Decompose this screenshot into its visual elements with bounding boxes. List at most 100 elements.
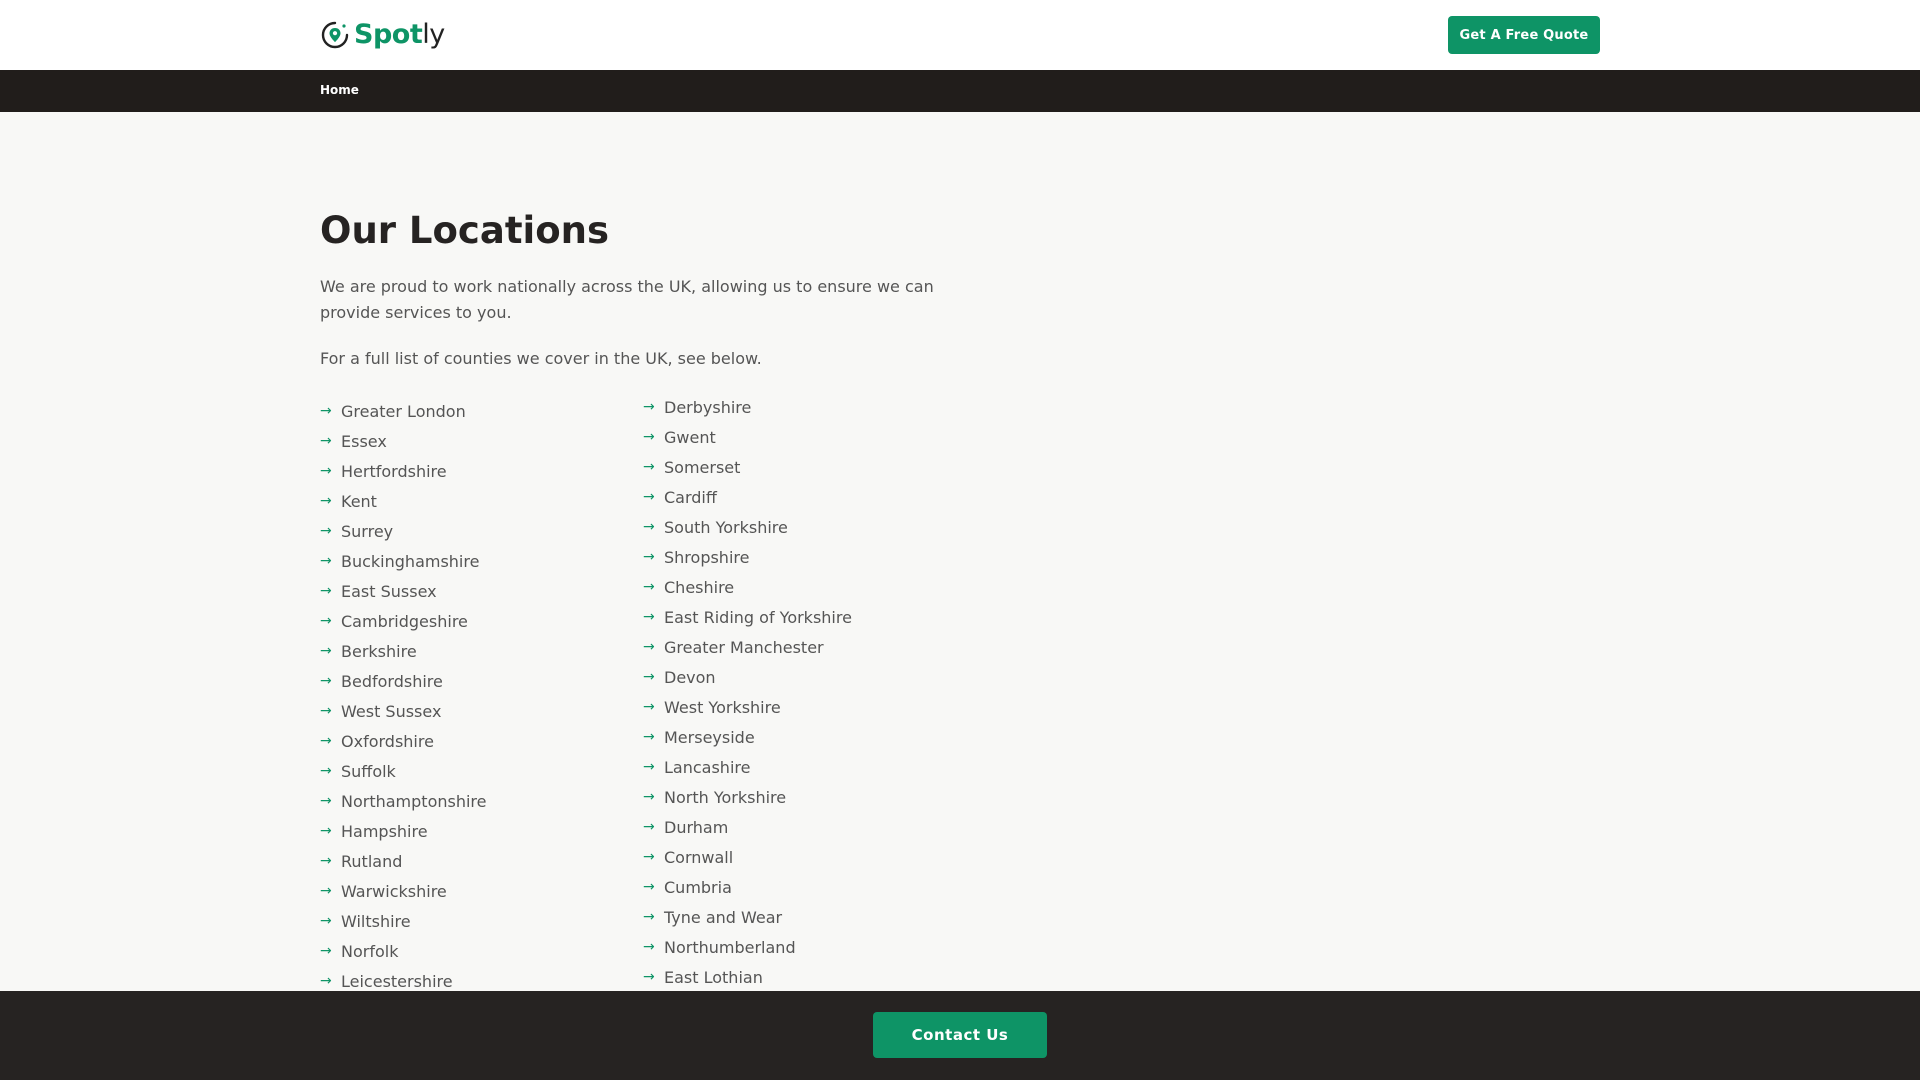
arrow-right-icon: → [643, 459, 655, 475]
arrow-right-icon: → [320, 793, 332, 809]
county-item: → Berkshire [320, 636, 487, 666]
county-label: Tyne and Wear [664, 907, 783, 927]
county-label: Kent [341, 491, 377, 511]
arrow-right-icon: → [643, 579, 655, 595]
county-label: Surrey [341, 521, 394, 541]
arrow-right-icon: → [643, 489, 655, 505]
arrow-right-icon: → [320, 403, 332, 419]
county-item: → North Yorkshire [643, 782, 852, 812]
county-item: → Derbyshire [643, 392, 852, 422]
footer-bar: Contact Us [0, 991, 1920, 1080]
arrow-right-icon: → [320, 523, 332, 539]
county-item: → Cheshire [643, 572, 852, 602]
arrow-right-icon: → [320, 823, 332, 839]
county-item: → Cardiff [643, 482, 852, 512]
county-label: East Riding of Yorkshire [664, 607, 852, 627]
arrow-right-icon: → [320, 703, 332, 719]
county-item: → Hertfordshire [320, 456, 487, 486]
arrow-right-icon: → [320, 763, 332, 779]
county-item: → Norfolk [320, 936, 487, 966]
arrow-right-icon: → [320, 493, 332, 509]
arrow-right-icon: → [320, 733, 332, 749]
county-item: → Merseyside [643, 722, 852, 752]
county-label: Suffolk [341, 761, 396, 781]
logo-text-light: ly [422, 19, 445, 50]
county-label: Merseyside [664, 727, 755, 747]
arrow-right-icon: → [643, 429, 655, 445]
arrow-right-icon: → [643, 789, 655, 805]
arrow-right-icon: → [643, 549, 655, 565]
logo-text-strong: Spot [354, 19, 423, 50]
county-label: Bedfordshire [341, 671, 443, 691]
county-label: Rutland [341, 851, 403, 871]
county-item: → Shropshire [643, 542, 852, 572]
county-label: Shropshire [664, 547, 750, 567]
county-item: → Durham [643, 812, 852, 842]
county-label: Derbyshire [664, 397, 752, 417]
county-label: Cheshire [664, 577, 735, 597]
county-item: → Essex [320, 426, 487, 456]
county-label: Greater London [341, 401, 466, 421]
arrow-right-icon: → [643, 399, 655, 415]
arrow-right-icon: → [643, 759, 655, 775]
arrow-right-icon: → [320, 613, 332, 629]
county-item: → East Sussex [320, 576, 487, 606]
county-item: → Northamptonshire [320, 786, 487, 816]
location-pin-icon [321, 21, 349, 49]
county-item: → West Yorkshire [643, 692, 852, 722]
county-item: → South Yorkshire [643, 512, 852, 542]
county-item: → Cambridgeshire [320, 606, 487, 636]
county-label: Norfolk [341, 941, 399, 961]
arrow-right-icon: → [320, 913, 332, 929]
county-label: Cardiff [664, 487, 717, 507]
county-label: Cambridgeshire [341, 611, 468, 631]
arrow-right-icon: → [320, 433, 332, 449]
county-label: South Yorkshire [664, 517, 788, 537]
county-label: Northamptonshire [341, 791, 487, 811]
site-header: Spotly Get A Free Quote [0, 0, 1920, 70]
county-item: → West Sussex [320, 696, 487, 726]
county-item: → East Riding of Yorkshire [643, 602, 852, 632]
county-label: West Sussex [341, 701, 442, 721]
county-label: Cornwall [664, 847, 734, 867]
page-title: Our Locations [320, 209, 609, 252]
arrow-right-icon: → [643, 969, 655, 985]
county-item: → Rutland [320, 846, 487, 876]
arrow-right-icon: → [643, 699, 655, 715]
county-item: → Buckinghamshire [320, 546, 487, 576]
county-label: North Yorkshire [664, 787, 787, 807]
get-free-quote-button[interactable]: Get A Free Quote [1448, 16, 1600, 54]
county-item: → Northumberland [643, 932, 852, 962]
county-label: Oxfordshire [341, 731, 434, 751]
nav-home-link[interactable]: Home [320, 83, 359, 97]
arrow-right-icon: → [320, 673, 332, 689]
county-label: Buckinghamshire [341, 551, 480, 571]
arrow-right-icon: → [643, 849, 655, 865]
arrow-right-icon: → [643, 639, 655, 655]
county-item: → Hampshire [320, 816, 487, 846]
county-item: → Oxfordshire [320, 726, 487, 756]
arrow-right-icon: → [320, 463, 332, 479]
county-label: Durham [664, 817, 729, 837]
county-label: East Sussex [341, 581, 437, 601]
county-item: → Wiltshire [320, 906, 487, 936]
arrow-right-icon: → [643, 939, 655, 955]
contact-us-button[interactable]: Contact Us [873, 1012, 1047, 1058]
arrow-right-icon: → [320, 943, 332, 959]
county-label: Warwickshire [341, 881, 447, 901]
county-item: → Cornwall [643, 842, 852, 872]
logo[interactable]: Spotly [320, 18, 445, 52]
arrow-right-icon: → [643, 729, 655, 745]
county-item: → East Lothian [643, 962, 852, 992]
arrow-right-icon: → [320, 553, 332, 569]
arrow-right-icon: → [320, 973, 332, 989]
county-item: → Suffolk [320, 756, 487, 786]
county-label: Hampshire [341, 821, 428, 841]
county-label: Berkshire [341, 641, 417, 661]
county-item: → Somerset [643, 452, 852, 482]
county-label: Cumbria [664, 877, 732, 897]
county-item: → Kent [320, 486, 487, 516]
arrow-right-icon: → [643, 609, 655, 625]
county-list-right: → Derbyshire → Gwent → Somerset → Cardiff → South… [643, 392, 852, 992]
arrow-right-icon: → [320, 583, 332, 599]
